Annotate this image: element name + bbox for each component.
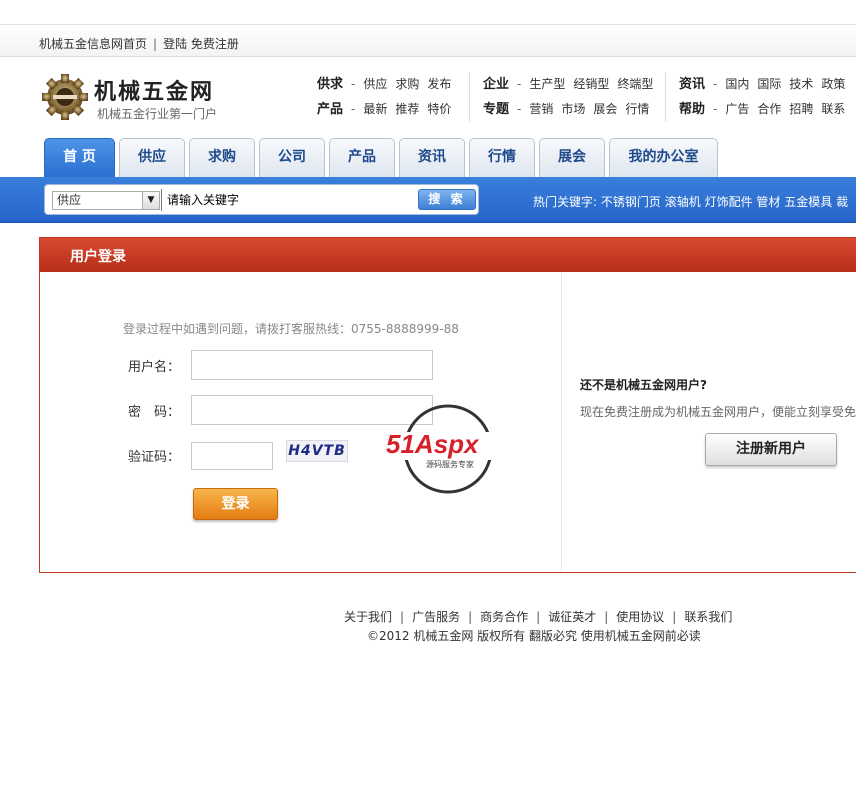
username-input[interactable] [191, 350, 433, 380]
tab-news[interactable]: 资讯 [399, 138, 465, 177]
quick-nav-link[interactable]: 国际 [757, 77, 781, 91]
quick-nav-link[interactable]: 市场 [561, 102, 585, 116]
hot-keyword[interactable]: 滚轴机 [665, 195, 701, 209]
dropdown-arrow-icon: ▼ [142, 192, 159, 209]
divider [469, 72, 470, 122]
logo-title: 机械五金网 [94, 79, 215, 105]
top-bar: 机械五金信息网首页 | 登陆 免费注册 [0, 24, 856, 57]
search-box: 供应 ▼ 搜 索 [44, 184, 479, 215]
hot-keyword[interactable]: 裁 [836, 195, 848, 209]
quick-nav-title[interactable]: 供求 [317, 77, 343, 92]
captcha-input[interactable] [191, 442, 273, 470]
hot-keyword[interactable]: 管材 [756, 195, 780, 209]
quick-nav-title[interactable]: 产品 [317, 102, 343, 117]
register-link[interactable]: 免费注册 [191, 37, 239, 51]
login-hint: 登录过程中如遇到问题，请拨打客服热线：0755-8888999-88 [123, 322, 459, 336]
panel-title: 用户登录 [70, 249, 126, 265]
panel-divider [561, 272, 562, 572]
tab-exhibition[interactable]: 展会 [539, 138, 605, 177]
logo-subtitle: 机械五金行业第一门户 [97, 107, 218, 121]
hot-keyword[interactable]: 不锈钢门页 [601, 195, 661, 209]
hot-keyword[interactable]: 灯饰配件 [705, 195, 753, 209]
quick-nav-link[interactable]: 展会 [593, 102, 617, 116]
footer-link-business[interactable]: 商务合作 [480, 610, 528, 624]
divider [665, 72, 666, 122]
quick-nav-title[interactable]: 专题 [483, 102, 509, 117]
register-button[interactable]: 注册新用户 [705, 433, 837, 466]
quick-nav-row: 产品 - 最新 推荐 特价 [317, 102, 452, 117]
quick-nav-link[interactable]: 行情 [625, 102, 649, 116]
quick-nav-link[interactable]: 供应 [363, 77, 387, 91]
footer-link-ads[interactable]: 广告服务 [412, 610, 460, 624]
quick-nav-title[interactable]: 企业 [483, 77, 509, 92]
gear-logo-icon [42, 74, 88, 120]
quick-nav-row: 资讯 - 国内 国际 技术 政策 [679, 77, 846, 92]
watermark-text: 51Aspx [386, 429, 480, 459]
quick-nav-row: 供求 - 供应 求购 发布 [317, 77, 452, 92]
quick-nav-link[interactable]: 联系 [821, 102, 845, 116]
tab-my-office[interactable]: 我的办公室 [609, 138, 718, 177]
tab-supply[interactable]: 供应 [119, 138, 185, 177]
password-label: 密 码： [128, 405, 181, 420]
hot-keywords-label: 热门关键字: [533, 195, 598, 209]
separator: | [153, 37, 158, 51]
quick-nav-row: 企业 - 生产型 经销型 终端型 [483, 77, 654, 92]
login-link[interactable]: 登陆 [163, 37, 187, 51]
captcha-image[interactable]: H4VTB [286, 440, 348, 462]
watermark-sub: 源码服务专家 [426, 459, 474, 469]
tab-company[interactable]: 公司 [259, 138, 325, 177]
register-question: 还不是机械五金网用户? [580, 378, 707, 392]
quick-nav-link[interactable]: 营销 [529, 102, 553, 116]
quick-nav-link[interactable]: 特价 [427, 102, 451, 116]
quick-nav-link[interactable]: 国内 [725, 77, 749, 91]
watermark-logo: 51Aspx 源码服务专家 [386, 404, 514, 494]
login-panel: 用户登录 登录过程中如遇到问题，请拨打客服热线：0755-8888999-88 … [39, 237, 856, 573]
footer-links: 关于我们 | 广告服务 | 商务合作 | 诚征英才 | 使用协议 | 联系我们 [344, 610, 733, 624]
hot-keywords: 热门关键字: 不锈钢门页 滚轴机 灯饰配件 管材 五金模具 裁 [533, 193, 848, 210]
username-label: 用户名： [128, 360, 181, 375]
search-button[interactable]: 搜 索 [418, 189, 476, 210]
copyright: ©2012 机械五金网 版权所有 翻版必究 使用机械五金网前必读 [367, 629, 701, 643]
quick-nav-link[interactable]: 政策 [821, 77, 845, 91]
home-link[interactable]: 机械五金信息网首页 [39, 37, 147, 51]
footer-link-about[interactable]: 关于我们 [344, 610, 392, 624]
quick-nav-link[interactable]: 经销型 [573, 77, 609, 91]
quick-nav-group-2: 企业 - 生产型 经销型 终端型 专题 - 营销 市场 展会 行情 [483, 72, 661, 122]
footer-link-jobs[interactable]: 诚征英才 [548, 610, 596, 624]
quick-nav-link[interactable]: 招聘 [789, 102, 813, 116]
quick-nav-group-1: 供求 - 供应 求购 发布 产品 - 最新 推荐 特价 [317, 72, 459, 122]
captcha-label: 验证码： [128, 450, 181, 465]
footer-link-terms[interactable]: 使用协议 [616, 610, 664, 624]
category-selected: 供应 [57, 193, 82, 207]
quick-nav-link[interactable]: 发布 [427, 77, 451, 91]
login-button[interactable]: 登录 [193, 488, 278, 520]
quick-nav-link[interactable]: 技术 [789, 77, 813, 91]
tab-home[interactable]: 首 页 [44, 138, 115, 177]
hot-keyword[interactable]: 五金模具 [784, 195, 832, 209]
quick-nav-link[interactable]: 终端型 [617, 77, 653, 91]
footer-link-contact[interactable]: 联系我们 [684, 610, 732, 624]
quick-nav-title[interactable]: 帮助 [679, 102, 705, 117]
tab-market[interactable]: 行情 [469, 138, 535, 177]
quick-nav-link[interactable]: 最新 [363, 102, 387, 116]
quick-nav-title[interactable]: 资讯 [679, 77, 705, 92]
site-logo[interactable]: 机械五金网 机械五金行业第一门户 [40, 72, 240, 124]
top-links: 机械五金信息网首页 | 登陆 免费注册 [39, 35, 239, 52]
register-description: 现在免费注册成为机械五金网用户，便能立刻享受免费 [580, 405, 856, 419]
quick-nav-link[interactable]: 求购 [395, 77, 419, 91]
tab-purchase[interactable]: 求购 [189, 138, 255, 177]
search-bar: 供应 ▼ 搜 索 热门关键字: 不锈钢门页 滚轴机 灯饰配件 管材 五金模具 裁 [0, 177, 856, 223]
category-select[interactable]: 供应 ▼ [52, 191, 160, 210]
quick-nav-row: 帮助 - 广告 合作 招聘 联系 [679, 102, 846, 117]
quick-nav-group-3: 资讯 - 国内 国际 技术 政策 帮助 - 广告 合作 招聘 联系 [679, 72, 853, 122]
quick-nav-link[interactable]: 广告 [725, 102, 749, 116]
quick-nav-link[interactable]: 生产型 [529, 77, 565, 91]
quick-nav-link[interactable]: 合作 [757, 102, 781, 116]
keyword-input[interactable] [161, 189, 411, 211]
quick-nav-row: 专题 - 营销 市场 展会 行情 [483, 102, 650, 117]
tab-products[interactable]: 产品 [329, 138, 395, 177]
quick-nav-link[interactable]: 推荐 [395, 102, 419, 116]
panel-header: 用户登录 [40, 238, 856, 272]
